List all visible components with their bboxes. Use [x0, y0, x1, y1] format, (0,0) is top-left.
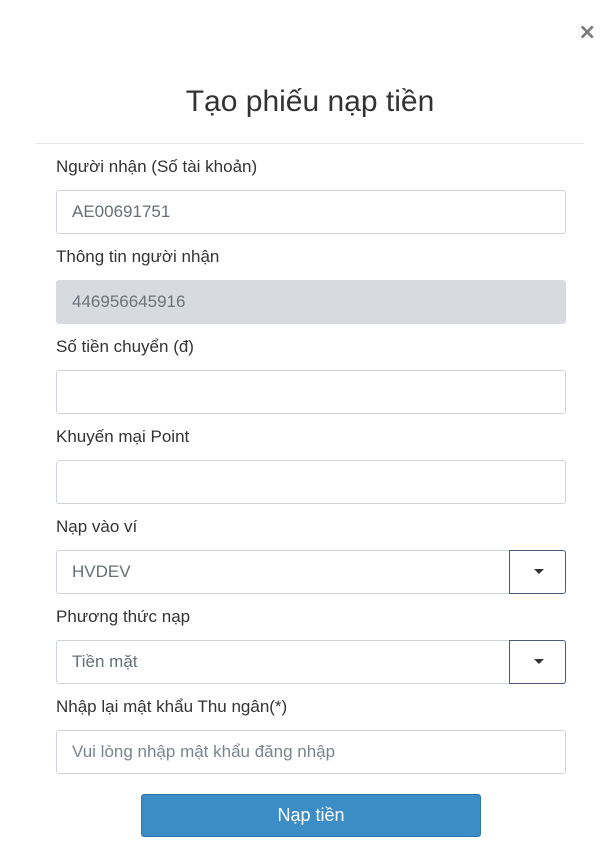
submit-button[interactable]: Nạp tiền	[141, 794, 481, 837]
recipient-info-input	[56, 280, 566, 324]
close-icon[interactable]: ×	[578, 22, 596, 44]
wallet-dropdown-button[interactable]	[509, 550, 566, 594]
method-label: Phương thức nạp	[56, 607, 191, 626]
method-select[interactable]: Tiền mặt	[56, 640, 566, 684]
wallet-select-value[interactable]: HVDEV	[56, 550, 510, 594]
promo-point-label: Khuyến mại Point	[56, 427, 190, 446]
amount-label: Số tiền chuyển (đ)	[56, 337, 194, 356]
chevron-down-icon	[534, 659, 544, 664]
cashier-password-input[interactable]	[56, 730, 566, 774]
recipient-account-label: Người nhận (Số tài khoản)	[56, 157, 258, 176]
method-select-value[interactable]: Tiền mặt	[56, 640, 510, 684]
chevron-down-icon	[534, 569, 544, 574]
method-dropdown-button[interactable]	[509, 640, 566, 684]
wallet-select[interactable]: HVDEV	[56, 550, 566, 594]
recipient-info-label: Thông tin người nhận	[56, 247, 220, 266]
cashier-password-label: Nhập lại mật khẩu Thu ngân(*)	[56, 697, 288, 716]
amount-input[interactable]	[56, 370, 566, 414]
wallet-label: Nạp vào ví	[56, 517, 138, 536]
recipient-account-input[interactable]	[56, 190, 566, 234]
dialog-title: Tạo phiếu nạp tiền	[185, 85, 435, 118]
header-divider	[36, 143, 584, 144]
promo-point-input[interactable]	[56, 460, 566, 504]
